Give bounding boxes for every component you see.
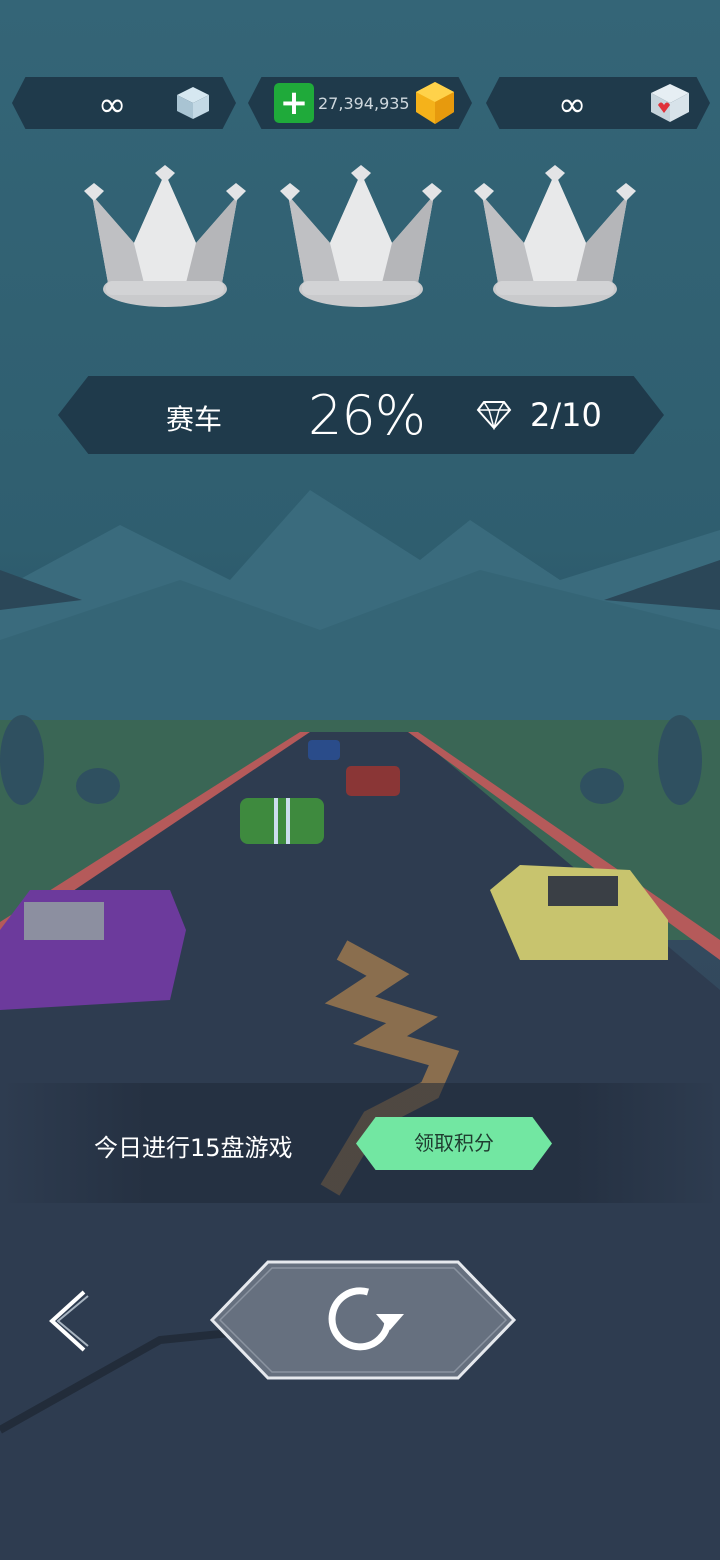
coins-badge[interactable]: + 27,394,935 bbox=[248, 77, 472, 129]
crown-1-icon bbox=[84, 165, 246, 307]
red-car bbox=[346, 766, 400, 796]
lives-value: ∞ bbox=[98, 85, 126, 125]
level-info-bar: 赛车 26% 2/10 bbox=[58, 376, 664, 454]
tree-right bbox=[658, 715, 702, 805]
diamond-icon bbox=[476, 401, 512, 430]
hearts-badge: ∞ bbox=[486, 77, 710, 129]
crown-3-icon bbox=[474, 165, 636, 307]
tree-left bbox=[0, 715, 44, 805]
heart-cube-icon bbox=[651, 84, 689, 122]
rock-left bbox=[76, 768, 120, 804]
daily-task-text: 今日进行15盘游戏 bbox=[94, 1134, 293, 1162]
add-coins-button[interactable]: + bbox=[274, 83, 314, 123]
coin-gem-icon bbox=[416, 82, 454, 124]
hearts-value: ∞ bbox=[558, 85, 586, 125]
progress-percent: 26% bbox=[308, 384, 426, 447]
gems-collected: 2/10 bbox=[530, 396, 602, 434]
ice-cube-icon bbox=[177, 87, 209, 119]
restart-button[interactable] bbox=[208, 1260, 518, 1380]
coins-count: 27,394,935 bbox=[318, 94, 410, 113]
lives-badge: ∞ bbox=[12, 77, 236, 129]
rock-right bbox=[580, 768, 624, 804]
claim-points-button[interactable]: 领取积分 bbox=[356, 1117, 552, 1170]
game-mode-label: 赛车 bbox=[166, 403, 223, 436]
crown-2-icon bbox=[280, 165, 442, 307]
green-car bbox=[240, 798, 324, 844]
race-scene bbox=[0, 490, 720, 1560]
back-button[interactable] bbox=[44, 1290, 94, 1352]
blue-car bbox=[308, 740, 340, 760]
